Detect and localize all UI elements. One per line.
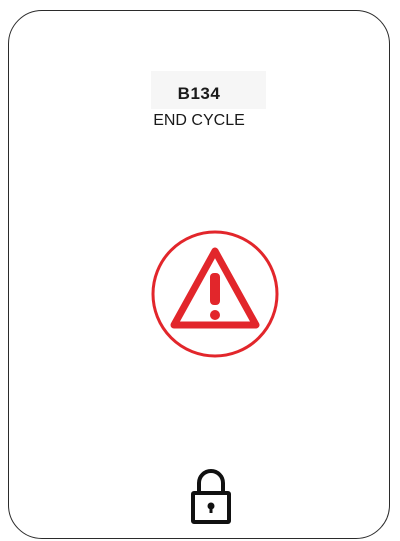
error-code: B134: [177, 84, 221, 103]
status-message: END CYCLE: [153, 112, 245, 129]
display-panel: B134 END CYCLE: [8, 10, 390, 539]
warning-triangle-icon: [151, 230, 279, 358]
lock-icon[interactable]: [189, 467, 233, 525]
